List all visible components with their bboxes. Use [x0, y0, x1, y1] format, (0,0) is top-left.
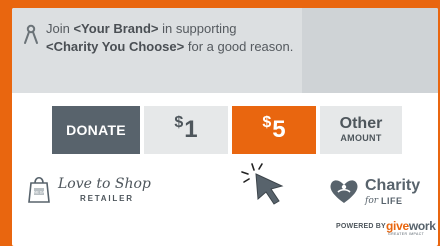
charity-name: Charity — [365, 177, 421, 194]
charity-for: for — [365, 196, 379, 206]
charity-logo: Charity for LIFE — [327, 176, 437, 210]
banner: Join <Your Brand> in supporting <Charity… — [12, 8, 438, 93]
retailer-name: Love to Shop — [58, 176, 151, 192]
banner-message: Join <Your Brand> in supporting <Charity… — [46, 20, 296, 56]
givework-work: work — [408, 219, 436, 233]
charity-life: LIFE — [381, 196, 403, 206]
powered-by-link[interactable]: POWERED BY givework GREATER IMPACT — [336, 219, 438, 236]
amount-1-button[interactable]: $1 — [144, 106, 228, 154]
currency-symbol: $ — [262, 114, 272, 131]
donate-label: DONATE — [66, 122, 126, 138]
heart-hands-icon — [330, 180, 358, 203]
donate-button[interactable]: DONATE — [52, 106, 140, 154]
ribbon-icon — [24, 24, 38, 44]
amount-label: AMOUNT — [340, 133, 382, 143]
givework-logo: givework — [386, 219, 436, 233]
other-label: Other — [339, 115, 383, 132]
donation-panel: Join <Your Brand> in supporting <Charity… — [12, 8, 438, 246]
banner-brand: <Your Brand> — [73, 21, 159, 36]
banner-text-prefix: Join — [46, 21, 74, 36]
givework-give: give — [386, 219, 409, 233]
banner-text-suffix: for a good reason. — [184, 39, 294, 54]
shopping-bag-icon: ONE DAY — [28, 176, 50, 203]
amount-5-button[interactable]: $5 — [232, 106, 316, 154]
banner-text-middle: in supporting — [158, 21, 237, 36]
amount-value: 5 — [272, 116, 286, 143]
banner-charity: <Charity You Choose> — [46, 39, 185, 54]
retailer-logo: ONE DAY Love to Shop RETAILER — [26, 174, 156, 210]
bag-text: ONE DAY — [31, 191, 47, 195]
amount-value: 1 — [184, 116, 198, 143]
banner-image-area — [302, 8, 438, 93]
givework-tagline: GREATER IMPACT — [388, 232, 425, 236]
other-amount-button[interactable]: Other AMOUNT — [320, 106, 402, 154]
widget-frame: Join <Your Brand> in supporting <Charity… — [0, 0, 440, 246]
currency-symbol: $ — [174, 114, 184, 131]
cursor-click-icon — [241, 163, 284, 205]
powered-by-label: POWERED BY — [336, 223, 386, 230]
retailer-subtitle: RETAILER — [80, 194, 134, 203]
